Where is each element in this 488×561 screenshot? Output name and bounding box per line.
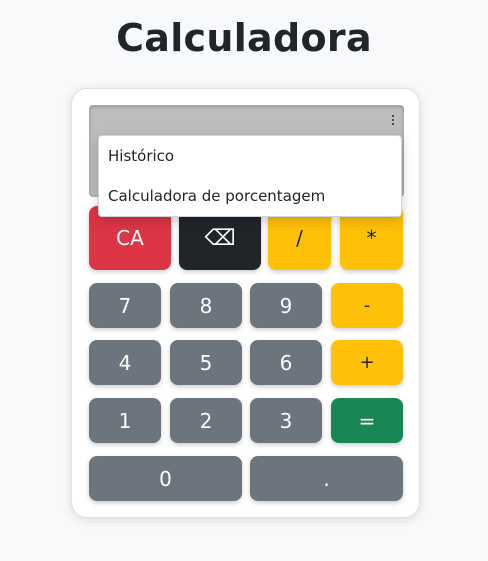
equals-button[interactable]: = xyxy=(331,398,403,443)
menu-item-historico[interactable]: Histórico xyxy=(99,136,401,176)
digit-7-button[interactable]: 7 xyxy=(89,283,161,328)
digit-6-button[interactable]: 6 xyxy=(250,340,322,385)
digit-1-button[interactable]: 1 xyxy=(89,398,161,443)
digit-5-button[interactable]: 5 xyxy=(170,340,242,385)
digit-9-button[interactable]: 9 xyxy=(250,283,322,328)
menu-item-porcentagem[interactable]: Calculadora de porcentagem xyxy=(99,176,401,216)
digit-3-button[interactable]: 3 xyxy=(250,398,322,443)
decimal-point-button[interactable]: . xyxy=(250,456,403,501)
digit-0-button[interactable]: 0 xyxy=(89,456,242,501)
digit-4-button[interactable]: 4 xyxy=(89,340,161,385)
options-dropdown-menu: Histórico Calculadora de porcentagem xyxy=(98,135,402,217)
digit-2-button[interactable]: 2 xyxy=(170,398,242,443)
digit-8-button[interactable]: 8 xyxy=(170,283,242,328)
page-title: Calculadora xyxy=(116,16,372,60)
calculator-card: Histórico Calculadora de porcentagem CA … xyxy=(71,88,420,518)
kebab-menu-icon[interactable] xyxy=(388,113,398,131)
minus-button[interactable]: - xyxy=(331,283,403,328)
plus-button[interactable]: + xyxy=(331,340,403,385)
